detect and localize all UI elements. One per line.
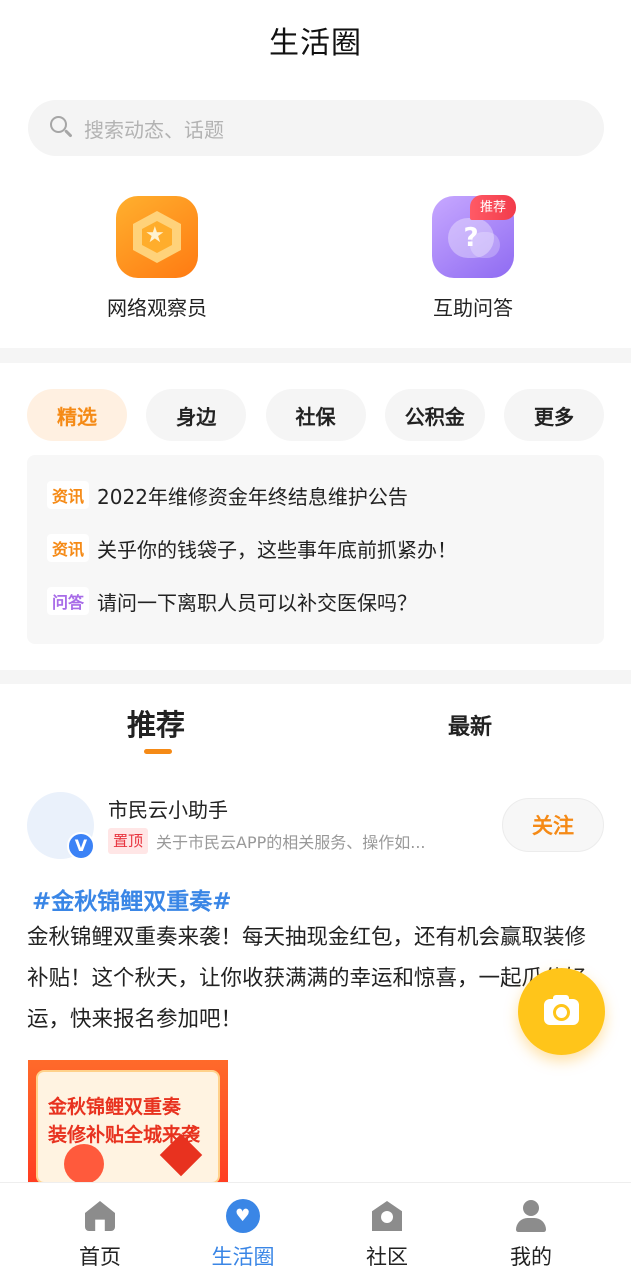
quick-entry-label: 网络观察员 (107, 296, 207, 320)
category-tab-housing-fund[interactable]: 公积金 (384, 389, 485, 441)
tabbar-label: 首页 (79, 1245, 121, 1269)
quick-entry-qa[interactable]: ? 推荐 互助问答 (373, 195, 573, 321)
pinned-notice[interactable]: 置顶 关于市民云APP的相关服务、操作如... (108, 828, 426, 854)
news-item[interactable]: 资讯 2022年维修资金年终结息维护公告 (47, 475, 408, 515)
tabbar-label: 我的 (510, 1245, 552, 1269)
top-header: 生活圈 (0, 0, 631, 80)
tab-latest[interactable]: 最新 (448, 709, 492, 741)
post-image[interactable]: 金秋锦鲤双重奏 装修补贴全城来袭 (28, 1060, 228, 1184)
verified-badge-icon: V (67, 832, 95, 860)
post-hashtag[interactable]: #金秋锦鲤双重奏# (32, 882, 232, 916)
tabbar-item-life-circle[interactable]: ♥ 生活圈 (183, 1183, 303, 1280)
bottom-tab-bar: 首页 ♥ 生活圈 社区 我的 (0, 1182, 631, 1280)
category-tab-featured[interactable]: 精选 (27, 389, 127, 441)
search-placeholder: 搜索动态、话题 (84, 117, 224, 142)
news-badge: 问答 (47, 587, 90, 615)
news-item[interactable]: 资讯 关乎你的钱袋子，这些事年底前抓紧办！ (47, 528, 457, 568)
post-image-title: 金秋锦鲤双重奏 (48, 1096, 182, 1118)
news-badge: 资讯 (47, 534, 90, 562)
tabbar-item-community[interactable]: 社区 (327, 1183, 447, 1280)
tab-recommend[interactable]: 推荐 (127, 702, 185, 744)
post-author[interactable]: 市民云小助手 (108, 794, 228, 823)
shield-star-icon: ★ (116, 196, 198, 278)
tabbar-item-me[interactable]: 我的 (471, 1183, 591, 1280)
category-section: 精选 身边 社保 公积金 更多 资讯 2022年维修资金年终结息维护公告 资讯 … (0, 363, 631, 670)
follow-button[interactable]: 关注 (502, 798, 604, 852)
quick-entry-observer[interactable]: ★ 网络观察员 (57, 196, 257, 321)
recommend-tag: 推荐 (470, 195, 516, 220)
category-tab-more[interactable]: 更多 (504, 389, 604, 441)
search-bar[interactable]: 搜索动态、话题 (28, 100, 604, 156)
news-title: 关乎你的钱袋子，这些事年底前抓紧办！ (97, 537, 458, 562)
camera-fab-button[interactable] (518, 968, 605, 1055)
community-icon (370, 1199, 404, 1233)
category-tab-nearby[interactable]: 身边 (146, 389, 247, 441)
news-list: 资讯 2022年维修资金年终结息维护公告 资讯 关乎你的钱袋子，这些事年底前抓紧… (27, 455, 604, 644)
page-title: 生活圈 (269, 26, 362, 61)
active-tab-indicator (144, 749, 172, 754)
tabbar-label: 社区 (366, 1245, 408, 1269)
top-section: 搜索动态、话题 ★ 网络观察员 ? 推荐 互助问答 (0, 80, 631, 348)
category-tab-social-security[interactable]: 社保 (265, 389, 366, 441)
heart-circle-icon: ♥ (226, 1199, 260, 1233)
pinned-badge: 置顶 (108, 828, 149, 854)
quick-entry-label: 互助问答 (433, 296, 513, 320)
person-icon (514, 1199, 548, 1233)
news-title: 请问一下离职人员可以补交医保吗？ (97, 590, 418, 615)
pinned-text: 关于市民云APP的相关服务、操作如... (156, 833, 426, 852)
tabbar-item-home[interactable]: 首页 (40, 1183, 160, 1280)
news-title: 2022年维修资金年终结息维护公告 (97, 484, 408, 509)
news-badge: 资讯 (47, 481, 90, 509)
feed-section: 推荐 最新 V 市民云小助手 置顶 关于市民云APP的相关服务、操作如... 关… (0, 684, 631, 1184)
question-bubble-icon: ? 推荐 (432, 195, 516, 278)
news-item[interactable]: 问答 请问一下离职人员可以补交医保吗？ (47, 581, 417, 621)
search-icon (48, 115, 74, 141)
tabbar-label: 生活圈 (211, 1245, 275, 1269)
app-screen: 生活圈 搜索动态、话题 ★ 网络观察员 ? 推荐 互助问答 精选 身边 社保 公… (0, 0, 631, 1280)
category-tabs: 精选 身边 社保 公积金 更多 (27, 389, 604, 441)
home-icon (83, 1199, 117, 1233)
